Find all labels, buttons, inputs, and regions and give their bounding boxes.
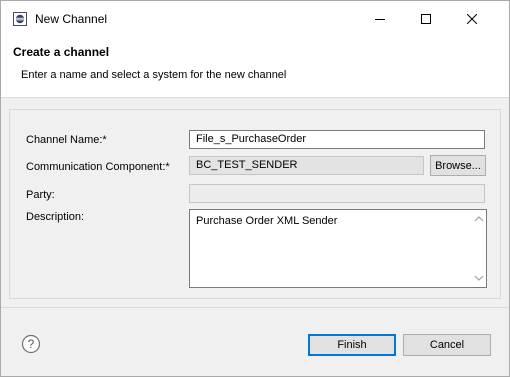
header-subtitle: Enter a name and select a system for the…	[21, 69, 287, 81]
title-bar[interactable]: New Channel	[1, 1, 509, 37]
party-field	[189, 184, 485, 203]
channel-name-field[interactable]: File_s_PurchaseOrder	[189, 130, 485, 149]
component-label: Communication Component:*	[26, 161, 170, 173]
minimize-icon	[375, 19, 385, 20]
dialog-header: Create a channel Enter a name and select…	[1, 37, 509, 98]
browse-button[interactable]: Browse...	[430, 155, 486, 176]
new-channel-dialog: New Channel Create a channel Enter a nam…	[0, 0, 510, 377]
maximize-icon	[421, 14, 431, 24]
form-panel: Channel Name:* File_s_PurchaseOrder Comm…	[9, 109, 501, 299]
svg-text:?: ?	[28, 337, 35, 351]
chevron-up-icon[interactable]	[474, 215, 484, 223]
description-text: Purchase Order XML Sender	[196, 215, 338, 227]
description-label: Description:	[26, 211, 85, 223]
help-icon[interactable]: ?	[21, 334, 41, 354]
window-title: New Channel	[35, 12, 108, 26]
eclipse-icon	[13, 12, 27, 26]
chevron-down-icon[interactable]	[474, 274, 484, 282]
party-label: Party:	[26, 189, 55, 201]
header-title: Create a channel	[13, 45, 110, 59]
description-scrollbar[interactable]	[471, 210, 486, 287]
cancel-button[interactable]: Cancel	[403, 334, 491, 356]
footer-separator	[1, 307, 509, 308]
channel-name-label: Channel Name:*	[26, 134, 107, 146]
component-field: BC_TEST_SENDER	[189, 156, 424, 175]
maximize-button[interactable]	[403, 1, 449, 37]
close-button[interactable]	[449, 1, 495, 37]
minimize-button[interactable]	[357, 1, 403, 37]
finish-button[interactable]: Finish	[308, 334, 396, 356]
close-icon	[467, 14, 477, 24]
description-textarea[interactable]: Purchase Order XML Sender	[189, 209, 487, 288]
